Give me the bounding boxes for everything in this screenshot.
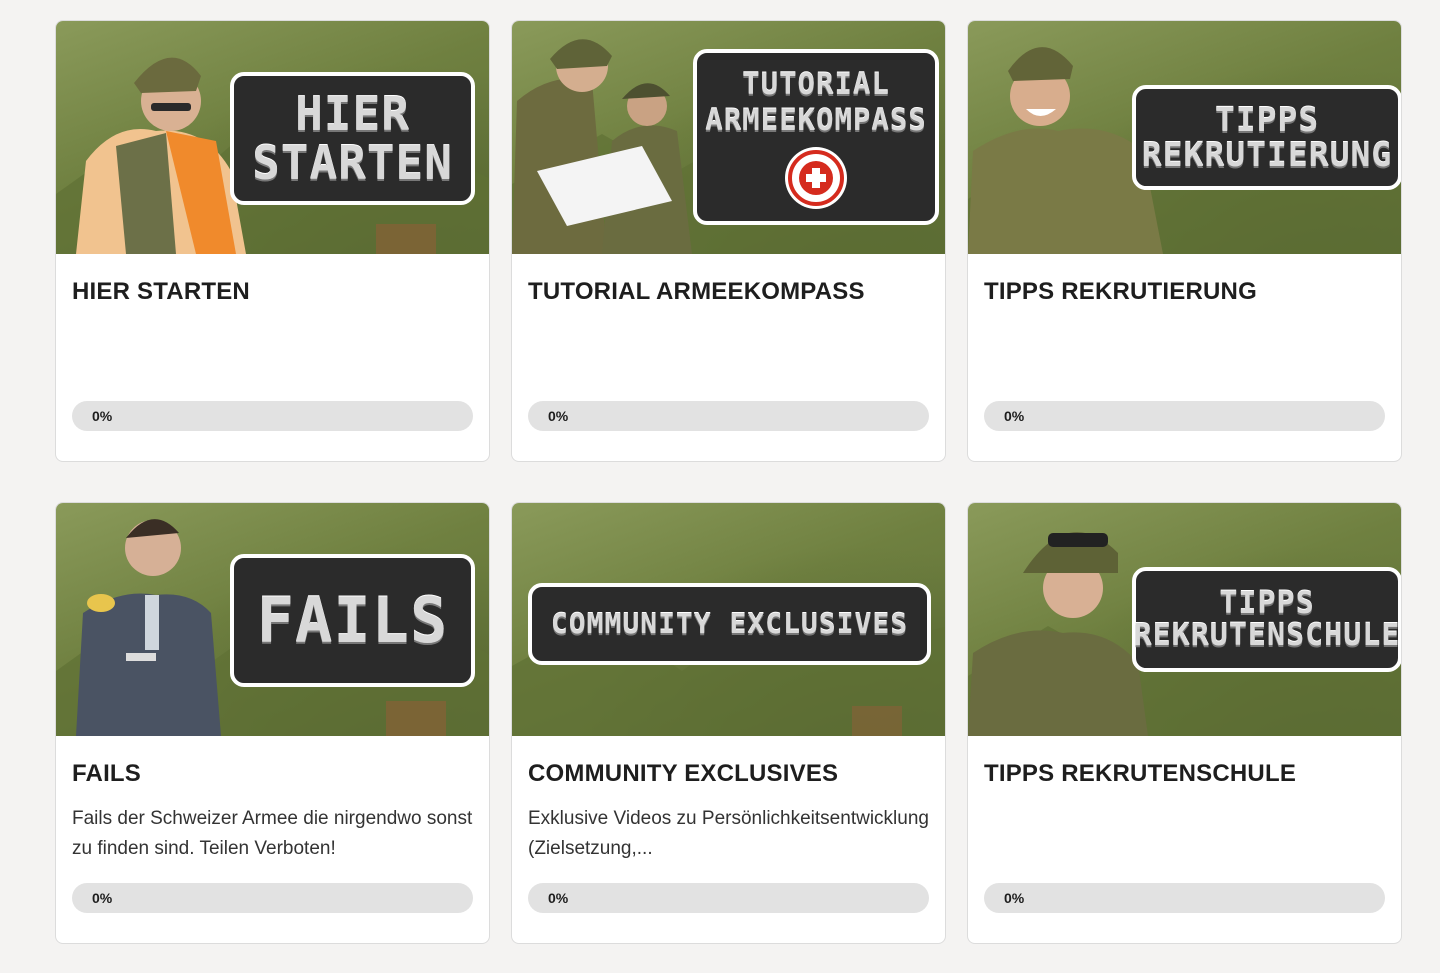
course-card-tutorial-armeekompass[interactable]: TUTORIAL ARMEEKOMPASS TUTORIAL ARMEEKOMP… — [511, 20, 946, 462]
course-thumbnail[interactable]: HIER STARTEN — [56, 21, 489, 254]
progress-bar: 0% — [528, 883, 929, 913]
progress-label: 0% — [548, 408, 569, 424]
course-card-hier-starten[interactable]: HIER STARTEN HIER STARTEN 0% — [55, 20, 490, 462]
course-card-tipps-rekrutierung[interactable]: TIPPS REKRUTIERUNG TIPPS REKRUTIERUNG 0% — [967, 20, 1402, 462]
progress-label: 0% — [548, 890, 569, 906]
badge-line: TUTORIAL — [742, 67, 890, 101]
soldier-photo — [76, 57, 246, 254]
course-title[interactable]: TUTORIAL ARMEEKOMPASS — [528, 278, 929, 306]
course-grid: HIER STARTEN HIER STARTEN 0% TUTORIAL AR… — [55, 20, 1402, 944]
soldiers-photo — [512, 39, 692, 254]
badge-line: FAILS — [256, 583, 449, 657]
badge-line: STARTEN — [252, 135, 453, 190]
progress-bar: 0% — [984, 401, 1385, 431]
course-title[interactable]: FAILS — [72, 760, 473, 788]
progress-bar: 0% — [984, 883, 1385, 913]
progress-bar: 0% — [528, 401, 929, 431]
progress-bar: 0% — [72, 883, 473, 913]
course-card-fails[interactable]: FAILS FAILS Fails der Schweizer Armee di… — [55, 502, 490, 944]
course-title[interactable]: COMMUNITY EXCLUSIVES — [528, 760, 929, 788]
officer-photo — [76, 519, 221, 736]
course-card-tipps-rekrutenschule[interactable]: TIPPS REKRUTENSCHULE TIPPS REKRUTENSCHUL… — [967, 502, 1402, 944]
course-description: Exklusive Videos zu Persönlichkeitsentwi… — [528, 808, 929, 859]
course-thumbnail[interactable]: TUTORIAL ARMEEKOMPASS — [512, 21, 945, 254]
badge-line: REKRUTENSCHULE — [1133, 617, 1401, 653]
compass-logo-icon — [785, 146, 847, 209]
badge-line: ARMEEKOMPASS — [705, 103, 927, 138]
course-title[interactable]: HIER STARTEN — [72, 278, 473, 306]
course-title[interactable]: TIPPS REKRUTIERUNG — [984, 278, 1385, 306]
course-description: Fails der Schweizer Armee die nirgendwo … — [72, 808, 473, 859]
progress-label: 0% — [1004, 890, 1025, 906]
course-thumbnail[interactable]: TIPPS REKRUTENSCHULE — [968, 503, 1401, 736]
course-thumbnail[interactable]: TIPPS REKRUTIERUNG — [968, 21, 1401, 254]
soldier-helmet-photo — [968, 532, 1148, 736]
progress-label: 0% — [92, 890, 113, 906]
course-thumbnail[interactable]: FAILS — [56, 503, 489, 736]
thumbnail-badge: TUTORIAL ARMEEKOMPASS — [693, 49, 939, 225]
badge-line: TIPPS — [1214, 99, 1320, 139]
badge-line: TIPPS — [1219, 586, 1315, 621]
thumbnail-badge: COMMUNITY EXCLUSIVES — [528, 583, 931, 665]
thumbnail-badge: HIER STARTEN — [230, 72, 475, 205]
progress-bar: 0% — [72, 401, 473, 431]
thumbnail-badge: TIPPS REKRUTENSCHULE — [1132, 567, 1401, 672]
progress-label: 0% — [92, 408, 113, 424]
thumbnail-badge: FAILS — [230, 554, 475, 687]
course-title[interactable]: TIPPS REKRUTENSCHULE — [984, 760, 1385, 788]
thumbnail-badge: TIPPS REKRUTIERUNG — [1132, 85, 1401, 190]
badge-line: COMMUNITY EXCLUSIVES — [550, 607, 909, 641]
course-thumbnail[interactable]: COMMUNITY EXCLUSIVES — [512, 503, 945, 736]
course-card-community-exclusives[interactable]: COMMUNITY EXCLUSIVES COMMUNITY EXCLUSIVE… — [511, 502, 946, 944]
badge-line: REKRUTIERUNG — [1141, 134, 1393, 174]
progress-label: 0% — [1004, 408, 1025, 424]
badge-line: HIER — [295, 87, 410, 142]
